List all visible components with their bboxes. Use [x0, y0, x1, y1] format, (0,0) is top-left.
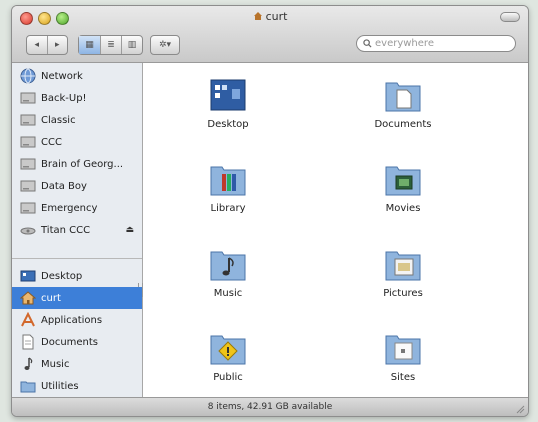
search-icon [363, 39, 372, 48]
sidebar-item-classic[interactable]: Classic [12, 109, 142, 131]
sidebar-item-titan-ccc[interactable]: Titan CCC ⏏ [12, 219, 142, 241]
sidebar-item-network[interactable]: Network [12, 65, 142, 87]
sidebar-item-label: curt [41, 292, 61, 304]
navigation-buttons: ◂ ▸ [26, 35, 68, 55]
file-item-label: Documents [374, 119, 432, 130]
window-title-text: curt [265, 10, 288, 23]
file-item-pictures[interactable]: Pictures [358, 246, 448, 299]
eject-icon[interactable]: ⏏ [125, 225, 134, 235]
music-icon [24, 357, 33, 370]
resize-grip-icon[interactable] [515, 404, 525, 414]
file-item-library[interactable]: Library [183, 161, 273, 214]
file-item-public[interactable]: Public [183, 330, 273, 383]
back-button[interactable]: ◂ [27, 36, 48, 54]
home-icon [253, 12, 262, 20]
disk-icon [20, 227, 36, 235]
sidebar-item-label: Network [41, 70, 83, 82]
file-browser: Desktop Documents Library Movies Music P… [143, 63, 528, 397]
sidebar-item-curt[interactable]: curt [12, 287, 142, 309]
search-field[interactable]: everywhere [356, 35, 516, 52]
sidebar-item-utilities[interactable]: Utilities [12, 375, 142, 397]
documents-folder-icon [385, 82, 421, 112]
music-folder-icon [210, 251, 246, 281]
file-item-label: Public [213, 372, 243, 383]
sidebar-divider [12, 258, 142, 259]
list-view-button[interactable]: ≣ [101, 36, 122, 54]
toolbar-toggle-button[interactable] [500, 12, 520, 22]
sidebar-item-ccc[interactable]: CCC [12, 131, 142, 153]
drive-icon [20, 180, 36, 192]
window-toolbar: curt ◂ ▸ ▦ ≣ ▥ ✲▾ everywhere [12, 6, 528, 63]
gear-icon: ✲▾ [158, 40, 172, 50]
forward-button[interactable]: ▸ [48, 36, 68, 54]
globe-icon [20, 68, 36, 84]
action-menu-button[interactable]: ✲▾ [150, 35, 180, 55]
sidebar-item-label: Data Boy [41, 180, 87, 192]
folder-icon [20, 381, 36, 393]
sidebar-item-label: CCC [41, 136, 62, 148]
sidebar-item-data-boy[interactable]: Data Boy [12, 175, 142, 197]
file-item-movies[interactable]: Movies [358, 161, 448, 214]
file-item-music[interactable]: Music [183, 246, 273, 299]
pictures-folder-icon [385, 251, 421, 281]
file-item-documents[interactable]: Documents [358, 77, 448, 130]
file-item-desktop[interactable]: Desktop [183, 77, 273, 130]
file-item-label: Library [210, 203, 246, 214]
drive-icon [20, 158, 36, 170]
sidebar-item-label: Back-Up! [41, 92, 87, 104]
public-folder-icon [210, 335, 246, 365]
sidebar-item-label: Classic [41, 114, 76, 126]
drive-icon [20, 202, 36, 214]
status-text: 8 items, 42.91 GB available [207, 402, 333, 412]
search-placeholder: everywhere [375, 38, 434, 49]
drive-icon [20, 92, 36, 104]
column-view-button[interactable]: ▥ [122, 36, 142, 54]
drive-icon [20, 136, 36, 148]
sidebar-item-emergency[interactable]: Emergency [12, 197, 142, 219]
sidebar-item-back-up[interactable]: Back-Up! [12, 87, 142, 109]
movies-folder-icon [385, 166, 421, 196]
file-item-label: Sites [390, 372, 416, 383]
desktop-icon [20, 270, 36, 282]
document-icon [22, 334, 34, 350]
finder-window: curt ◂ ▸ ▦ ≣ ▥ ✲▾ everywhere Network Bac… [11, 5, 529, 417]
view-buttons: ▦ ≣ ▥ [78, 35, 143, 55]
sidebar-item-desktop[interactable]: Desktop [12, 265, 142, 287]
sites-folder-icon [385, 335, 421, 365]
sidebar-item-label: Titan CCC [41, 224, 91, 236]
window-title: curt [12, 10, 528, 23]
sidebar-item-label: Applications [41, 314, 103, 326]
sidebar-item-label: Emergency [41, 202, 98, 214]
sidebar-item-applications[interactable]: Applications [12, 309, 142, 331]
sidebar-item-label: Utilities [41, 380, 79, 392]
file-item-label: Movies [385, 203, 421, 214]
file-item-sites[interactable]: Sites [358, 330, 448, 383]
applications-icon [21, 312, 35, 327]
file-item-label: Music [213, 288, 243, 299]
drive-icon [20, 114, 36, 126]
sidebar-item-label: Documents [41, 336, 99, 348]
status-bar: 8 items, 42.91 GB available [12, 397, 528, 416]
sidebar-item-brain-of-georg[interactable]: Brain of Georg... [12, 153, 142, 175]
icon-view-button[interactable]: ▦ [79, 36, 101, 54]
desktop-folder-icon [210, 79, 246, 111]
sidebar-item-music[interactable]: Music [12, 353, 142, 375]
sidebar-item-label: Desktop [41, 270, 83, 282]
sidebar-item-label: Music [41, 358, 70, 370]
home-icon [20, 291, 36, 305]
sidebar-item-documents[interactable]: Documents [12, 331, 142, 353]
library-folder-icon [210, 166, 246, 196]
sidebar-item-label: Brain of Georg... [41, 158, 124, 170]
file-item-label: Pictures [383, 288, 423, 299]
file-item-label: Desktop [207, 119, 249, 130]
sidebar: Network Back-Up! Classic CCC Brain of Ge… [12, 63, 143, 397]
